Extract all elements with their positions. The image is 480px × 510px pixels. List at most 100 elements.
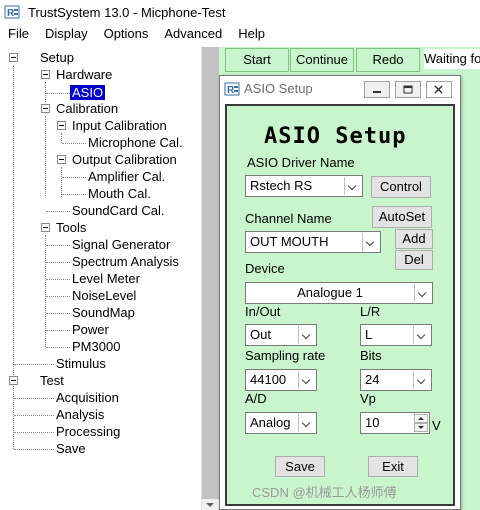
exit-button[interactable]: Exit	[368, 456, 418, 477]
collapse-calibration-icon[interactable]	[41, 104, 50, 113]
collapse-hardware-icon[interactable]	[41, 70, 50, 79]
tree-item-analysis[interactable]: Analysis	[56, 406, 104, 423]
tree-item-calibration[interactable]: Calibration	[56, 100, 118, 117]
chevron-down-icon[interactable]	[413, 326, 430, 344]
tree-connector	[46, 262, 70, 263]
channel-label: Channel Name	[245, 211, 332, 226]
tree-item-save[interactable]: Save	[56, 440, 86, 457]
tree-item-stimulus[interactable]: Stimulus	[56, 355, 106, 372]
tree-connector	[14, 432, 54, 433]
ad-value: Analog	[250, 415, 291, 430]
tree-item-sound-map[interactable]: SoundMap	[72, 304, 135, 321]
tree-item-acquisition[interactable]: Acquisition	[56, 389, 119, 406]
device-select[interactable]: Analogue 1	[245, 282, 433, 304]
bits-select[interactable]: 24	[360, 369, 432, 391]
minimize-button[interactable]	[364, 81, 390, 98]
dialog-title: ASIO Setup	[244, 81, 313, 96]
tree-item-amplifier-cal[interactable]: Amplifier Cal.	[88, 168, 165, 185]
tree-connector	[46, 93, 70, 94]
close-icon	[434, 85, 443, 94]
menu-advanced[interactable]: Advanced	[156, 24, 230, 44]
tree-item-power[interactable]: Power	[72, 321, 109, 338]
save-button[interactable]: Save	[275, 456, 325, 477]
app-logo-icon: R	[4, 4, 20, 20]
status-text: Waiting fo	[424, 49, 480, 69]
del-button[interactable]: Del	[395, 250, 433, 270]
tree-item-noise-level[interactable]: NoiseLevel	[72, 287, 136, 304]
menu-bar: File Display Options Advanced Help	[0, 24, 480, 44]
tree-connector	[45, 116, 46, 196]
spin-down-icon[interactable]	[414, 423, 428, 432]
app-logo-icon: R	[224, 81, 240, 97]
tree-item-spectrum-analysis[interactable]: Spectrum Analysis	[72, 253, 179, 270]
menu-help[interactable]: Help	[230, 24, 273, 44]
add-button[interactable]: Add	[395, 229, 433, 249]
spin-up-icon[interactable]	[414, 414, 428, 423]
tree-item-tools[interactable]: Tools	[56, 219, 86, 236]
inout-select[interactable]: Out	[245, 324, 317, 346]
tree-item-mouth-cal[interactable]: Mouth Cal.	[88, 185, 151, 202]
tree-item-input-calibration[interactable]: Input Calibration	[72, 117, 167, 134]
autoset-button[interactable]: AutoSet	[372, 206, 432, 228]
start-button[interactable]: Start	[225, 48, 289, 72]
lr-select[interactable]: L	[360, 324, 432, 346]
tree-connector	[62, 143, 86, 144]
bits-value: 24	[365, 372, 380, 387]
ad-select[interactable]: Analog	[245, 412, 317, 434]
tree-item-soundcard-cal[interactable]: SoundCard Cal.	[72, 202, 165, 219]
chevron-down-icon[interactable]	[414, 284, 431, 302]
scrollbar-thumb[interactable]	[202, 47, 219, 499]
menu-file[interactable]: File	[0, 24, 37, 44]
control-button[interactable]: Control	[371, 176, 431, 198]
tree-connector	[62, 177, 86, 178]
tree-connector	[61, 133, 62, 143]
spinner-buttons	[414, 414, 428, 432]
navigation-tree: Setup Hardware ASIO Calibration Input Ca…	[2, 47, 202, 510]
tree-connector	[46, 279, 70, 280]
tree-item-setup[interactable]: Setup	[40, 49, 74, 66]
tree-item-pm3000[interactable]: PM3000	[72, 338, 120, 355]
dialog-title-bar[interactable]: R ASIO Setup	[220, 76, 460, 102]
tree-item-processing[interactable]: Processing	[56, 423, 120, 440]
window-title: TrustSystem 13.0 - Micphone-Test	[28, 4, 226, 20]
tree-item-microphone-cal[interactable]: Microphone Cal.	[88, 134, 183, 151]
device-value: Analogue 1	[297, 285, 363, 300]
tree-connector	[61, 167, 62, 197]
chevron-down-icon[interactable]	[413, 371, 430, 389]
chevron-down-icon[interactable]	[362, 233, 379, 251]
redo-button[interactable]: Redo	[356, 48, 420, 72]
tree-item-level-meter[interactable]: Level Meter	[72, 270, 140, 287]
device-label: Device	[245, 261, 285, 276]
collapse-input-calibration-icon[interactable]	[57, 121, 66, 130]
tree-item-asio[interactable]: ASIO	[70, 84, 106, 101]
chevron-down-icon[interactable]	[298, 326, 315, 344]
driver-select[interactable]: Rstech RS	[245, 175, 363, 197]
collapse-test-icon[interactable]	[9, 376, 18, 385]
tree-item-test[interactable]: Test	[40, 372, 64, 389]
continue-button[interactable]: Continue	[290, 48, 354, 72]
tree-item-signal-generator[interactable]: Signal Generator	[72, 236, 170, 253]
dialog-body: ASIO Setup ASIO Driver Name Rstech RS Co…	[225, 104, 455, 506]
maximize-button[interactable]	[395, 81, 421, 98]
menu-display[interactable]: Display	[37, 24, 96, 44]
lr-value: L	[365, 327, 373, 342]
tree-item-hardware[interactable]: Hardware	[56, 66, 112, 83]
tree-connector	[46, 330, 70, 331]
collapse-output-calibration-icon[interactable]	[57, 155, 66, 164]
vp-spinner[interactable]: 10	[360, 412, 430, 434]
channel-select[interactable]: OUT MOUTH	[245, 231, 381, 253]
sampling-select[interactable]: 44100	[245, 369, 317, 391]
collapse-tools-icon[interactable]	[41, 223, 50, 232]
chevron-down-icon[interactable]	[298, 371, 315, 389]
tree-connector	[46, 296, 70, 297]
driver-label: ASIO Driver Name	[247, 155, 355, 170]
driver-value: Rstech RS	[250, 178, 313, 193]
chevron-down-icon[interactable]	[298, 414, 315, 432]
chevron-down-icon[interactable]	[344, 177, 361, 195]
menu-options[interactable]: Options	[96, 24, 157, 44]
scroll-down-arrow-icon[interactable]	[206, 503, 214, 507]
tree-scrollbar[interactable]	[202, 47, 219, 510]
tree-item-output-calibration[interactable]: Output Calibration	[72, 151, 177, 168]
collapse-setup-icon[interactable]	[9, 53, 18, 62]
close-button[interactable]	[426, 81, 452, 98]
